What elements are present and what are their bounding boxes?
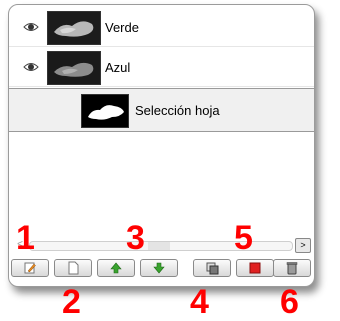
duplicate-channel-button[interactable] <box>193 259 231 277</box>
eye-icon[interactable] <box>23 20 39 34</box>
raise-channel-button[interactable] <box>97 259 135 277</box>
channel-to-selection-button[interactable] <box>236 259 274 277</box>
channel-name: Azul <box>105 60 131 75</box>
edit-channel-button[interactable] <box>11 259 49 277</box>
duplicate-icon <box>206 262 219 275</box>
callout-number: 6 <box>280 283 299 321</box>
scroll-thumb[interactable] <box>148 242 170 250</box>
callout-number: 3 <box>126 219 145 257</box>
scroll-track[interactable] <box>29 241 293 251</box>
delete-channel-button[interactable] <box>273 259 311 277</box>
channel-row-verde[interactable]: Verde <box>9 8 314 47</box>
channels-panel: Verde Azul Selección hoja < > <box>8 4 315 287</box>
eye-icon[interactable] <box>23 60 39 74</box>
leaf-mask-thumbnail <box>81 94 129 128</box>
scroll-right-button[interactable]: > <box>295 238 311 253</box>
delete-icon <box>286 262 298 275</box>
channel-row-seleccion-hoja[interactable]: Selección hoja <box>9 88 314 132</box>
callout-number: 5 <box>234 219 253 257</box>
channel-list: Verde Azul Selección hoja <box>9 5 314 233</box>
green-channel-thumbnail <box>47 11 101 45</box>
callout-number: 1 <box>16 219 35 257</box>
edit-icon <box>24 262 36 274</box>
new-channel-icon <box>68 261 79 275</box>
callout-number: 4 <box>190 283 209 321</box>
channel-name: Selección hoja <box>135 103 220 118</box>
channel-toolbar <box>9 257 314 279</box>
channel-row-azul[interactable]: Azul <box>9 48 314 87</box>
horizontal-scrollbar[interactable]: < > <box>13 238 311 253</box>
channel-name: Verde <box>105 20 139 35</box>
new-channel-button[interactable] <box>54 259 92 277</box>
lower-channel-button[interactable] <box>140 259 178 277</box>
to-selection-icon <box>249 262 261 274</box>
callout-number: 2 <box>62 283 81 321</box>
lower-icon <box>153 262 165 274</box>
blue-channel-thumbnail <box>47 51 101 85</box>
raise-icon <box>110 262 122 274</box>
